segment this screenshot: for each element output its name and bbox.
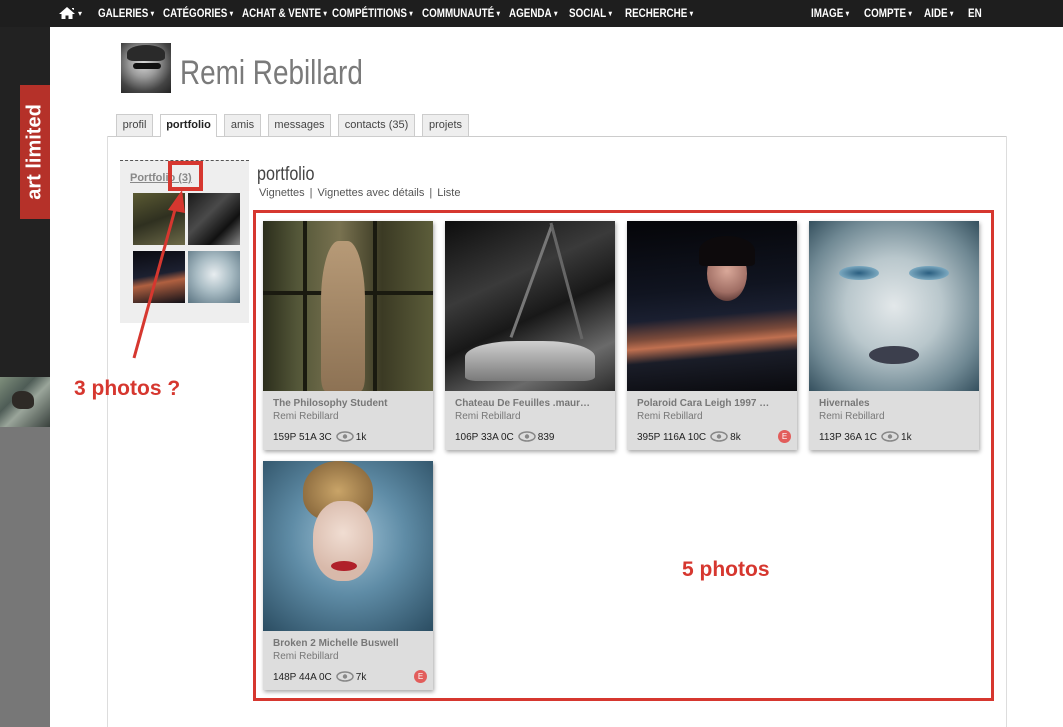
nav-label: COMPÉTITIONS <box>332 6 407 20</box>
brand-logo[interactable]: art limited <box>20 85 50 219</box>
sidebar-thumbnail-1[interactable] <box>133 193 185 245</box>
nav-label: IMAGE <box>811 6 844 20</box>
nav-label: AGENDA <box>509 6 552 20</box>
view-switcher: Vignettes | Vignettes avec détails | Liste <box>259 187 460 199</box>
nav-aide[interactable]: AIDE ▾ <box>924 0 953 27</box>
annotation-label-left: 3 photos ? <box>74 377 181 400</box>
chevron-down-icon: ▾ <box>229 9 234 18</box>
home-caret-icon[interactable]: ▾ <box>78 0 82 27</box>
portfolio-heading: portfolio <box>257 164 315 185</box>
chevron-down-icon: ▾ <box>496 9 500 18</box>
chevron-down-icon: ▾ <box>949 9 954 18</box>
annotation-highlight-count <box>168 161 203 191</box>
tab-profil[interactable]: profil <box>116 114 153 136</box>
nav-label: COMPTE <box>864 6 907 20</box>
sidebar-thumbnail-3[interactable] <box>133 251 185 303</box>
nav-competitions[interactable]: COMPÉTITIONS ▾ <box>332 0 413 27</box>
sidebar-thumbnail-4[interactable] <box>188 251 240 303</box>
separator: | <box>429 187 433 199</box>
nav-image[interactable]: IMAGE ▾ <box>811 0 849 27</box>
tab-messages[interactable]: messages <box>268 114 331 136</box>
chevron-down-icon: ▾ <box>409 9 413 18</box>
chevron-down-icon: ▾ <box>845 9 850 18</box>
nav-categories[interactable]: CATÉGORIES ▾ <box>163 0 233 27</box>
nav-galeries[interactable]: GALERIES ▾ <box>98 0 154 27</box>
nav-recherche[interactable]: RECHERCHE ▾ <box>625 0 693 27</box>
nav-language[interactable]: EN <box>968 0 982 27</box>
nav-agenda[interactable]: AGENDA ▾ <box>509 0 557 27</box>
side-thumbnail[interactable] <box>0 377 50 427</box>
annotation-highlight-photos <box>253 210 994 701</box>
nav-social[interactable]: SOCIAL ▾ <box>569 0 612 27</box>
annotation-label-right: 5 photos <box>682 558 770 581</box>
tab-projets[interactable]: projets <box>422 114 469 136</box>
avatar[interactable] <box>121 43 171 93</box>
nav-label: ACHAT & VENTE <box>242 6 322 20</box>
page-title: Remi Rebillard <box>180 54 363 92</box>
chevron-down-icon: ▾ <box>908 9 912 18</box>
chevron-down-icon: ▾ <box>608 9 612 18</box>
sidebar-thumbnail-2[interactable] <box>188 193 240 245</box>
top-navigation-bar: ▾ GALERIES ▾ CATÉGORIES ▾ ACHAT & VENTE ▾ C… <box>0 0 1063 27</box>
nav-label: CATÉGORIES <box>163 6 228 20</box>
nav-communaute[interactable]: COMMUNAUTÉ ▾ <box>422 0 500 27</box>
nav-label: AIDE <box>924 6 948 20</box>
view-vignettes-details[interactable]: Vignettes avec détails <box>318 187 425 199</box>
nav-achat-vente[interactable]: ACHAT & VENTE ▾ <box>242 0 327 27</box>
tab-contacts[interactable]: contacts (35) <box>338 114 415 136</box>
left-sidebar-bottom <box>0 427 50 727</box>
view-vignettes[interactable]: Vignettes <box>259 187 305 199</box>
nav-label: EN <box>968 6 982 20</box>
brand-text: art limited <box>23 104 46 200</box>
nav-label: SOCIAL <box>569 6 607 20</box>
tab-amis[interactable]: amis <box>224 114 261 136</box>
tab-portfolio[interactable]: portfolio <box>160 114 217 137</box>
chevron-down-icon: ▾ <box>689 9 694 18</box>
nav-label: COMMUNAUTÉ <box>422 6 495 20</box>
chevron-down-icon: ▾ <box>554 9 558 18</box>
nav-compte[interactable]: COMPTE ▾ <box>864 0 912 27</box>
nav-label: RECHERCHE <box>625 6 688 20</box>
home-icon[interactable] <box>58 6 76 20</box>
separator: | <box>309 187 313 199</box>
chevron-down-icon: ▾ <box>323 9 327 18</box>
chevron-down-icon: ▾ <box>150 9 155 18</box>
nav-label: GALERIES <box>98 6 149 20</box>
view-liste[interactable]: Liste <box>437 187 460 199</box>
